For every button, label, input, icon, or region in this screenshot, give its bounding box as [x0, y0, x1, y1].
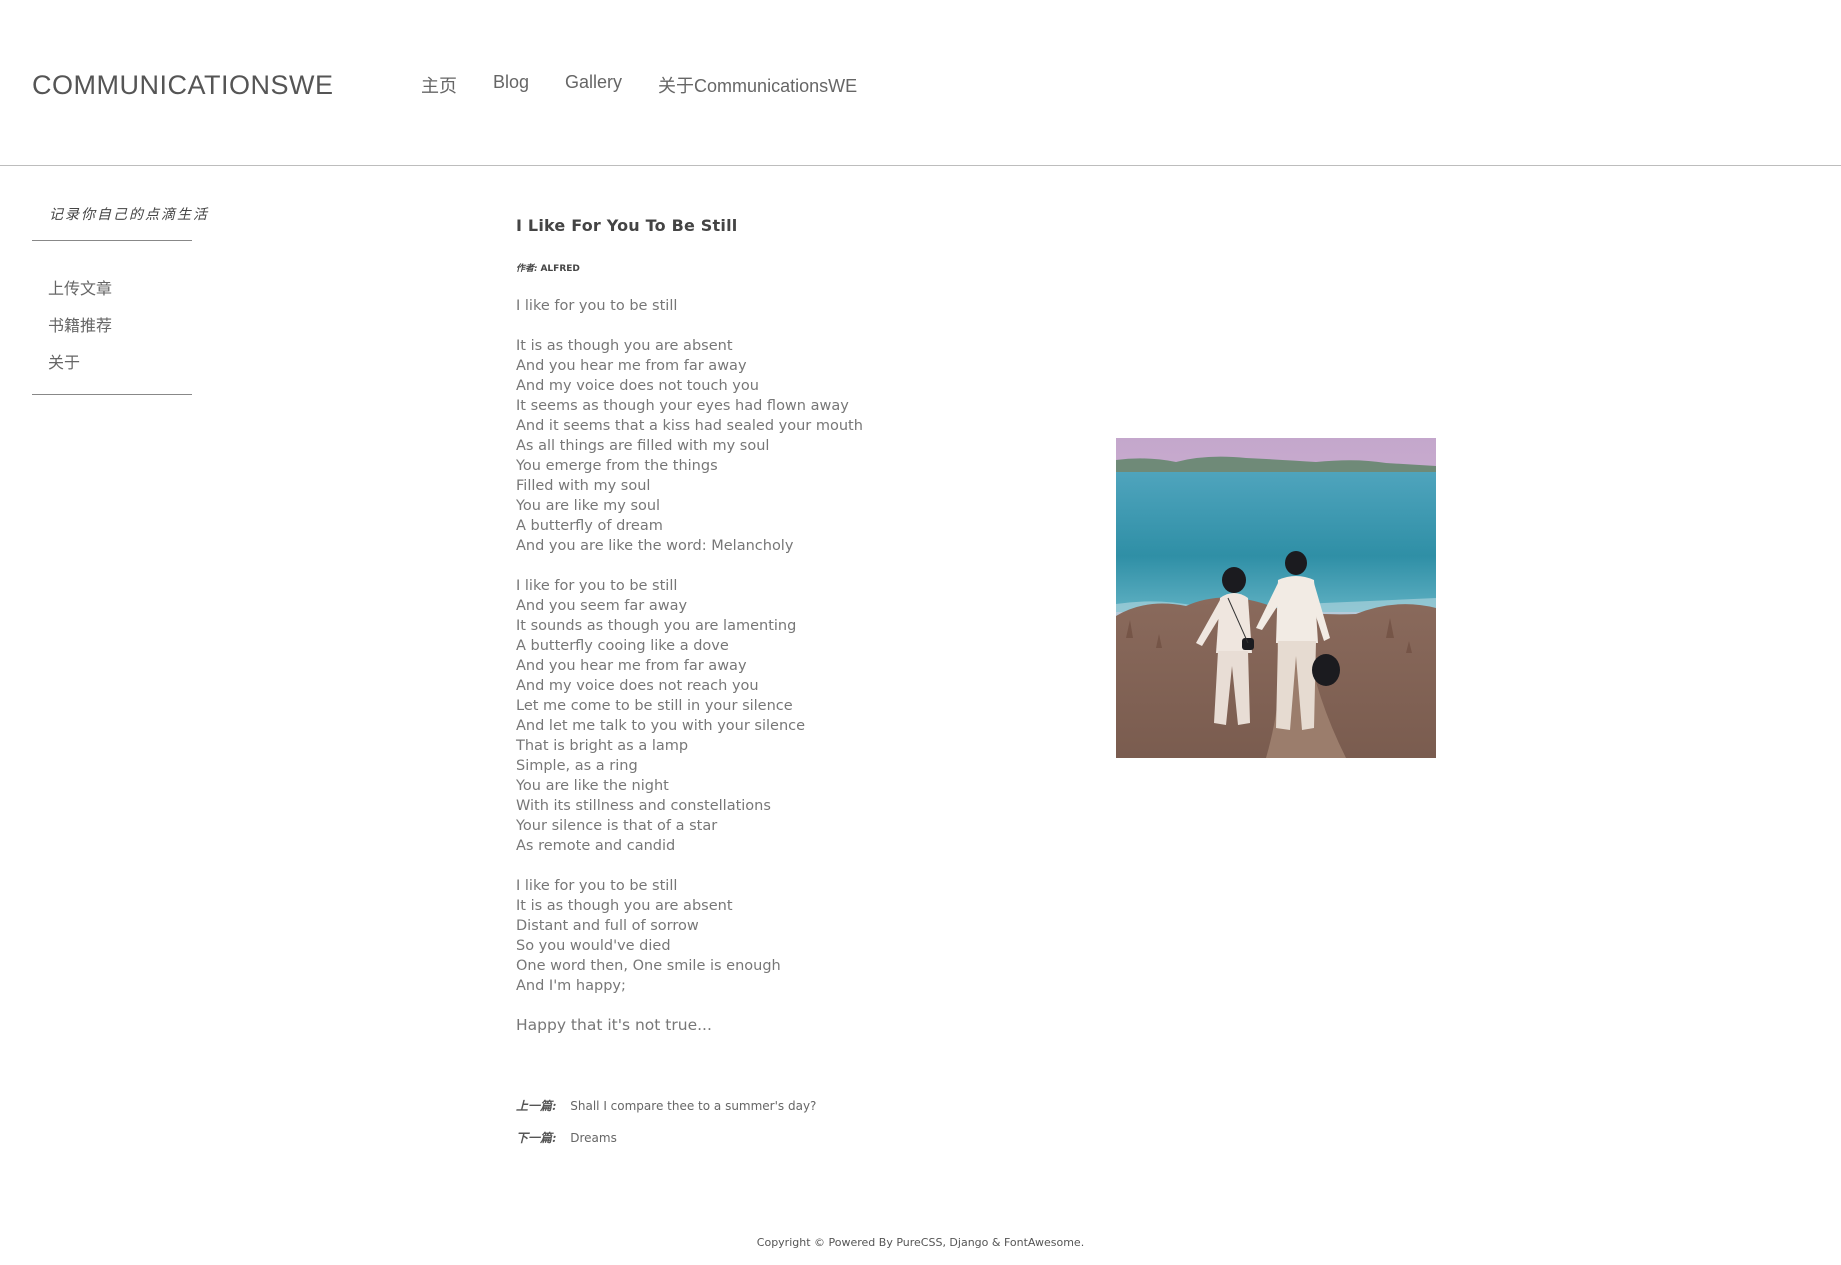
poem-line: As all things are filled with my soul: [516, 438, 770, 454]
nav-gallery-link[interactable]: Gallery: [565, 72, 622, 98]
site-footer: Copyright © Powered By PureCSS, Django &…: [756, 1236, 1085, 1249]
post-navigation: 上一篇: Shall I compare thee to a summer's …: [516, 1090, 816, 1154]
poem-line: It sounds as though you are lamenting: [516, 618, 797, 634]
poem-line: It is as though you are absent: [516, 338, 733, 354]
main-nav: 主页 Blog Gallery 关于CommunicationsWE: [421, 72, 857, 98]
poem-line: I like for you to be still: [516, 578, 678, 594]
next-post-link[interactable]: Dreams: [570, 1131, 617, 1145]
poem-line: Filled with my soul: [516, 478, 651, 494]
poem-line: That is bright as a lamp: [516, 738, 689, 754]
poem-line: You are like the night: [516, 778, 669, 794]
poem-line: And my voice does not touch you: [516, 378, 759, 394]
prev-post-link[interactable]: Shall I compare thee to a summer's day?: [570, 1099, 816, 1113]
poem-stanza: I like for you to be still It is as thoug…: [516, 876, 1036, 996]
site-header: COMMUNICATIONSWE 主页 Blog Gallery 关于Commu…: [0, 0, 1841, 166]
poem-line: It is as though you are absent: [516, 898, 733, 914]
poem-line: I like for you to be still: [516, 298, 678, 314]
nav-blog-link[interactable]: Blog: [493, 72, 529, 98]
poem-line: And you are like the word: Melancholy: [516, 538, 794, 554]
poem-line: As remote and candid: [516, 838, 676, 854]
site-brand[interactable]: COMMUNICATIONSWE: [32, 70, 333, 101]
post-content: I Like For You To Be Still 作者: ALFRED I …: [516, 216, 1036, 1034]
next-label: 下一篇:: [516, 1131, 557, 1145]
poem-line: And my voice does not reach you: [516, 678, 759, 694]
poem-line: You emerge from the things: [516, 458, 718, 474]
author-label: 作者:: [516, 264, 538, 274]
nav-home-link[interactable]: 主页: [421, 72, 457, 98]
poem-line: You are like my soul: [516, 498, 661, 514]
poem-line: And I'm happy;: [516, 978, 626, 994]
post-author: 作者: ALFRED: [516, 261, 1036, 274]
poem-line: It seems as though your eyes had flown a…: [516, 398, 849, 414]
author-name: ALFRED: [540, 264, 580, 274]
poem-line: I like for you to be still: [516, 878, 678, 894]
poem-line: Your silence is that of a star: [516, 818, 718, 834]
couple-by-sea-image: [1116, 438, 1436, 758]
poem-line: And you hear me from far away: [516, 658, 747, 674]
poem-line: And let me talk to you with your silence: [516, 718, 806, 734]
nav-about-link[interactable]: 关于CommunicationsWE: [658, 72, 857, 98]
post-title: I Like For You To Be Still: [516, 216, 738, 235]
poem-line: So you would've died: [516, 938, 671, 954]
sidebar-title: 记录你自己的点滴生活: [32, 196, 207, 241]
poem-stanza: I like for you to be still: [516, 296, 1036, 316]
poem-line: And you hear me from far away: [516, 358, 747, 374]
prev-post: 上一篇: Shall I compare thee to a summer's …: [516, 1090, 816, 1122]
poem-line: Distant and full of sorrow: [516, 918, 699, 934]
poem-line: A butterfly of dream: [516, 518, 663, 534]
poem-line: Simple, as a ring: [516, 758, 638, 774]
sidebar: 记录你自己的点滴生活 上传文章 书籍推荐 关于: [32, 196, 207, 395]
poem-line: Let me come to be still in your silence: [516, 698, 793, 714]
sidebar-menu: 上传文章 书籍推荐 关于: [32, 241, 192, 395]
poem-line: And it seems that a kiss had sealed your…: [516, 418, 863, 434]
poem-line: A butterfly cooing like a dove: [516, 638, 729, 654]
poem-stanza: It is as though you are absent And you he…: [516, 336, 1036, 556]
poem-body: I like for you to be still It is as thoug…: [516, 296, 1036, 996]
poem-stanza: I like for you to be still And you seem f…: [516, 576, 1036, 856]
poem-line: With its stillness and constellations: [516, 798, 771, 814]
next-post: 下一篇: Dreams: [516, 1122, 816, 1154]
poem-line: One word then, One smile is enough: [516, 958, 781, 974]
post-photo: [1116, 438, 1436, 758]
sidebar-item-about[interactable]: 关于: [32, 345, 192, 382]
sidebar-item-upload[interactable]: 上传文章: [32, 271, 192, 308]
sidebar-item-books[interactable]: 书籍推荐: [32, 308, 192, 345]
poem-ending: Happy that it's not true...: [516, 1016, 712, 1034]
prev-label: 上一篇:: [516, 1099, 557, 1113]
poem-line: And you seem far away: [516, 598, 688, 614]
